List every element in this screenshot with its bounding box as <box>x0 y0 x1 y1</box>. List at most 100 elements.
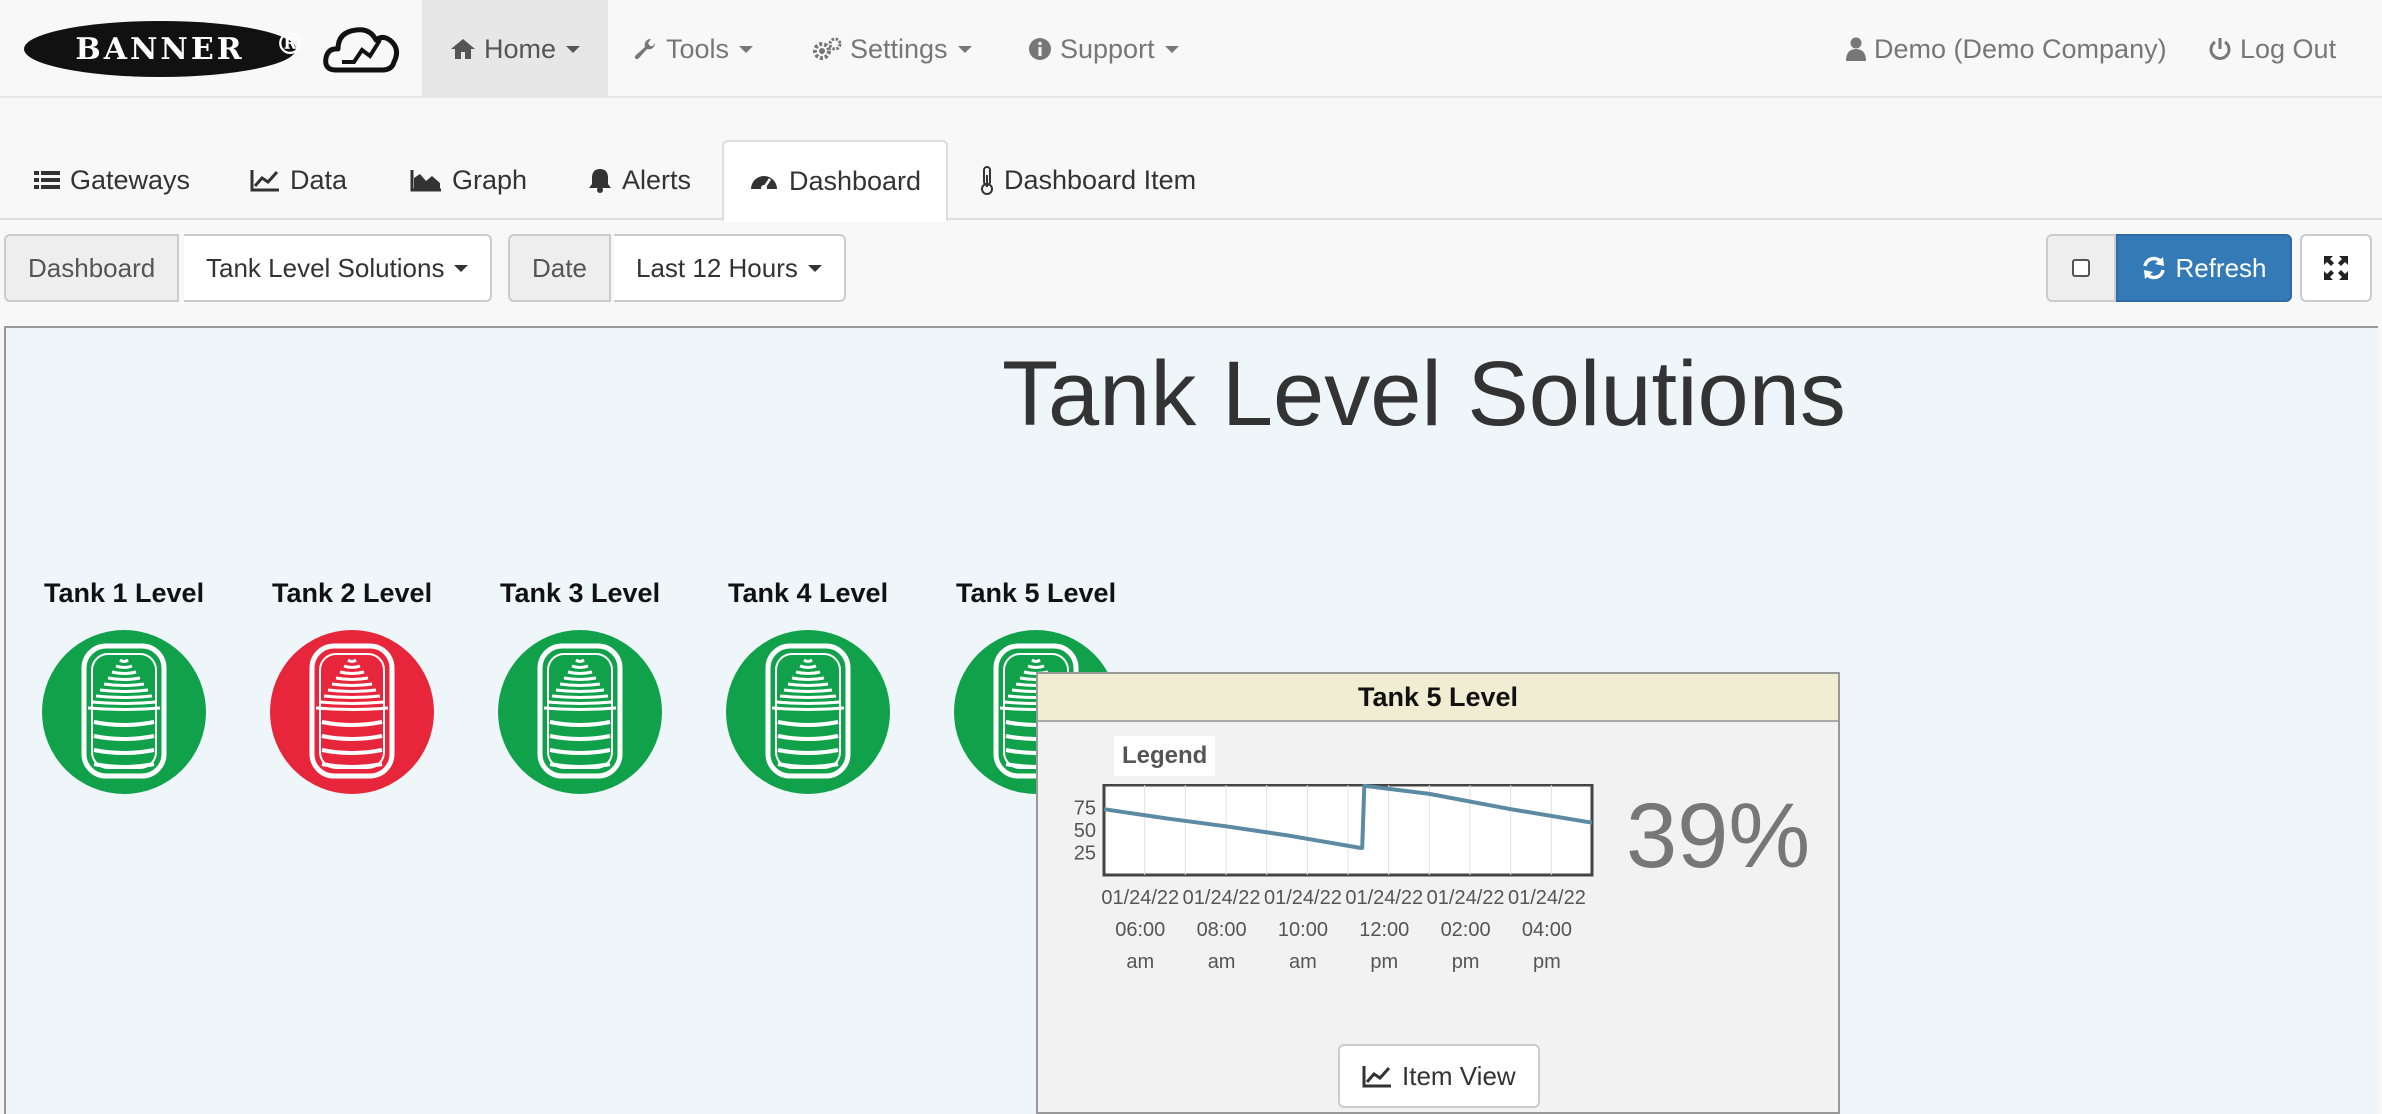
power-icon <box>2209 38 2231 60</box>
tab-graph[interactable]: Graph <box>410 140 527 220</box>
tank-gauge-1[interactable]: Tank 1 Level <box>42 578 244 794</box>
item-view-button[interactable]: Item View <box>1338 1044 1540 1108</box>
tank-label: Tank 4 Level <box>728 578 889 608</box>
x-tick-label: 01/24/22 <box>1264 887 1342 909</box>
banner-logo[interactable]: BANNER ® <box>24 14 400 84</box>
checkbox-square-icon <box>2072 259 2090 277</box>
y-tick-label: 75 <box>1074 798 1096 820</box>
list-icon <box>34 171 60 189</box>
dashboard-dropdown-value: Tank Level Solutions <box>206 252 445 283</box>
date-label-text: Date <box>532 252 587 283</box>
tank-detail-popup: Tank 5 Level Legend 25 50 75 01/24/22 06:00 a… <box>1036 672 1840 1114</box>
x-tick-label: 08:00 <box>1197 919 1247 941</box>
dashboard-label-text: Dashboard <box>28 252 156 283</box>
x-tick-label: pm <box>1452 951 1480 973</box>
chevron-down-icon <box>739 45 754 53</box>
tank-gauge-5[interactable]: Tank 5 Level <box>954 578 1156 794</box>
x-tick-label: am <box>1126 951 1154 973</box>
home-icon <box>451 39 475 59</box>
line-chart-icon <box>250 170 279 192</box>
x-tick-label: pm <box>1370 951 1398 973</box>
x-tick-label: am <box>1289 951 1317 973</box>
nav-support-label: Support <box>1060 33 1155 64</box>
nav-user-label: Demo (Demo Company) <box>1874 33 2167 64</box>
dashboard-toolbar: Dashboard Tank Level Solutions Date Last… <box>0 234 2382 302</box>
nav-settings-label: Settings <box>850 33 948 64</box>
area-chart-icon <box>410 170 441 192</box>
chevron-down-icon <box>957 45 972 53</box>
x-tick-label: 01/24/22 <box>1101 887 1179 909</box>
x-tick-label: am <box>1208 951 1236 973</box>
tab-dashboard-item-label: Dashboard Item <box>1004 164 1197 195</box>
y-tick-label: 50 <box>1074 820 1096 842</box>
current-level-value: 39% <box>1626 785 1811 887</box>
date-range-dropdown[interactable]: Last 12 Hours <box>614 234 846 302</box>
tank-label: Tank 1 Level <box>44 578 205 608</box>
tab-data[interactable]: Data <box>250 140 347 220</box>
x-tick-label: 01/24/22 <box>1345 887 1423 909</box>
x-tick-label: 01/24/22 <box>1427 887 1505 909</box>
thermometer-icon <box>981 166 993 195</box>
popup-title: Tank 5 Level <box>1038 674 1838 722</box>
item-view-label: Item View <box>1402 1060 1516 1091</box>
x-tick-label: 06:00 <box>1115 919 1165 941</box>
dashboard-title: Tank Level Solutions <box>1002 343 1846 445</box>
tab-dashboard-item[interactable]: Dashboard Item <box>980 140 1196 220</box>
chevron-down-icon <box>807 264 822 272</box>
chevron-down-icon <box>1164 45 1179 53</box>
fullscreen-button[interactable] <box>2300 234 2372 302</box>
tank-level-icon <box>498 630 662 794</box>
nav-home[interactable]: Home <box>422 0 608 98</box>
dashboard-dropdown[interactable]: Tank Level Solutions <box>184 234 493 302</box>
tab-dashboard-label: Dashboard <box>788 165 922 196</box>
x-tick-label: 02:00 <box>1441 919 1491 941</box>
x-tick-label: 01/24/22 <box>1508 887 1586 909</box>
tank-gauge-4[interactable]: Tank 4 Level <box>726 578 928 794</box>
refresh-icon <box>2143 256 2166 280</box>
user-icon <box>1846 37 1866 61</box>
dashboard-select-label: Dashboard <box>4 234 180 302</box>
tab-gateways[interactable]: Gateways <box>34 140 190 220</box>
wrench-icon <box>634 38 656 60</box>
top-navbar: BANNER ® Home Tools Settings Support Dem… <box>0 0 2382 98</box>
dashboard-gauge-icon <box>750 176 777 191</box>
tank-level-icon <box>270 630 434 794</box>
tab-alerts[interactable]: Alerts <box>588 140 691 220</box>
tank-level-icon <box>726 630 890 794</box>
tab-gateways-label: Gateways <box>70 164 191 195</box>
nav-tools[interactable]: Tools <box>634 0 754 98</box>
tab-graph-label: Graph <box>452 164 528 195</box>
nav-support[interactable]: Support <box>1028 0 1179 98</box>
tank-label: Tank 2 Level <box>272 578 433 608</box>
date-dropdown-value: Last 12 Hours <box>636 252 798 283</box>
expand-arrows-icon <box>2324 256 2348 280</box>
cloud-chart-icon <box>323 27 400 73</box>
nav-logout[interactable]: Log Out <box>2208 0 2336 98</box>
line-chart-icon <box>1362 1066 1391 1088</box>
x-tick-label: 10:00 <box>1278 919 1328 941</box>
tank-gauge-2[interactable]: Tank 2 Level <box>270 578 472 794</box>
section-tabs: Gateways Data Graph Alerts Dashboard Das… <box>0 140 2382 222</box>
nav-logout-label: Log Out <box>2240 33 2337 64</box>
tab-alerts-label: Alerts <box>622 164 692 195</box>
level-trend-chart: 255075 01/24/22 06:00 am 01/24/22 08:00 am 01/2… <box>1074 784 1594 973</box>
nav-home-label: Home <box>484 33 557 64</box>
date-select-label: Date <box>508 234 611 302</box>
auto-refresh-checkbox[interactable] <box>2046 234 2116 302</box>
banner-logo-oval: BANNER ® <box>24 21 305 77</box>
tank-level-icon <box>42 630 206 794</box>
nav-user[interactable]: Demo (Demo Company) <box>1846 0 2167 98</box>
info-circle-icon <box>1029 38 1051 60</box>
y-tick-label: 25 <box>1074 843 1096 865</box>
refresh-button[interactable]: Refresh <box>2116 234 2292 302</box>
refresh-button-label: Refresh <box>2175 252 2267 283</box>
tab-dashboard[interactable]: Dashboard <box>722 140 948 222</box>
legend-button[interactable]: Legend <box>1114 736 1216 776</box>
chevron-down-icon <box>566 45 581 53</box>
bell-icon <box>589 169 611 193</box>
tank-gauge-3[interactable]: Tank 3 Level <box>498 578 700 794</box>
gears-icon <box>813 37 842 60</box>
x-tick-label: pm <box>1533 951 1561 973</box>
nav-settings[interactable]: Settings <box>812 0 972 98</box>
tank-label: Tank 3 Level <box>500 578 661 608</box>
